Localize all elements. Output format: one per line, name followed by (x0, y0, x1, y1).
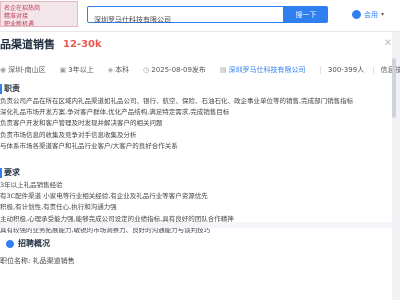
education-icon: ◈ (107, 66, 114, 74)
duty-line: 与体系市场各渠道客户和礼品行业客户/大客户的良好合作关系 (0, 141, 178, 150)
chevron-down-icon: ▾ (381, 11, 385, 18)
top-bar: 名企在招热岗 精准对接 职业新机遇 搜一下 会用 ▾ (0, 0, 400, 32)
duty-line: 深化礼品市场开发方案,争对客户群体,优化产品结构,满足特定需求,完成销售目标 (0, 108, 230, 117)
building-icon: ▤ (219, 66, 227, 74)
requirements-title: 要求 (0, 168, 234, 178)
salary: 12-30k (63, 38, 102, 50)
overview-icon (6, 239, 14, 248)
duties-section: 职责 负责公司产品在所在区域内礼品渠道如礼品公司、银行、航空、保险、石油石化、政… (0, 84, 353, 152)
duty-line: 负责公司产品在所在区域内礼品渠道如礼品公司、银行、航空、保险、石油石化、政企事业… (0, 97, 354, 105)
duty-line: 负责市场信息的收集及竞争对手信息收集及分析 (0, 130, 137, 139)
user-label: 会用 (364, 10, 378, 19)
experience: ▣ 3年以上 (59, 66, 94, 74)
user-icon (352, 10, 361, 19)
overview-title: 招聘概况 (6, 238, 50, 249)
user-menu[interactable]: 会用 ▾ (352, 8, 398, 21)
job-title: 品渠道销售 (0, 38, 55, 51)
location-icon: ◉ (0, 66, 7, 74)
industry: 信息技术 (380, 66, 400, 74)
requirement-line: 有3C配件渠道 小家电等行业相关经验,有企业及礼品行业等客户资源优先 (0, 192, 208, 201)
search-button[interactable]: 搜一下 (284, 6, 328, 23)
location: ◉ 深圳-南山区 (0, 66, 46, 74)
divider: | (372, 66, 375, 74)
divider: | (319, 66, 322, 74)
briefcase-icon: ▣ (59, 66, 67, 74)
company-link[interactable]: ▤ 深圳罗马仕科技有限公司 (220, 65, 306, 75)
clock-icon: ◷ (143, 66, 150, 74)
job-info-row: ◉ 深圳-南山区 ▣ 3年以上 ◈ 本科 ◷ 2025-08-09发布 ▤ 深圳罗马仕科技… (0, 64, 400, 76)
search-box[interactable] (87, 6, 284, 28)
job-detail-card: 品渠道销售 12-30k ✕ ◉ 深圳-南山区 ▣ 3年以上 ◈ 本科 ◷ 2025-0… (0, 32, 400, 300)
promo-banner[interactable]: 名企在招热岗 精准对接 职业新机遇 (0, 1, 78, 27)
requirement-line: 积极,有计划性,有责任心,执行和沟通力强 (0, 203, 117, 212)
education: ◈ 本科 (107, 66, 130, 74)
search-input[interactable] (88, 12, 283, 28)
duties-title: 职责 (0, 84, 353, 94)
requirement-line: 3年以上礼品销售经验 (0, 181, 63, 189)
scrollbar-thumb[interactable] (392, 58, 396, 118)
job-title-row: 品渠道销售 12-30k (0, 36, 102, 52)
section-divider (0, 222, 396, 228)
close-icon[interactable]: ✕ (384, 38, 392, 49)
duty-line: 负责客户开发和客户管理及时发现并解决客户的相关问题 (0, 119, 163, 128)
company-size: 300-399人 (327, 66, 365, 74)
publish-date: ◷ 2025-08-09发布 (143, 66, 206, 74)
overview-line: 职位名称: 礼品渠道销售 (0, 257, 75, 265)
